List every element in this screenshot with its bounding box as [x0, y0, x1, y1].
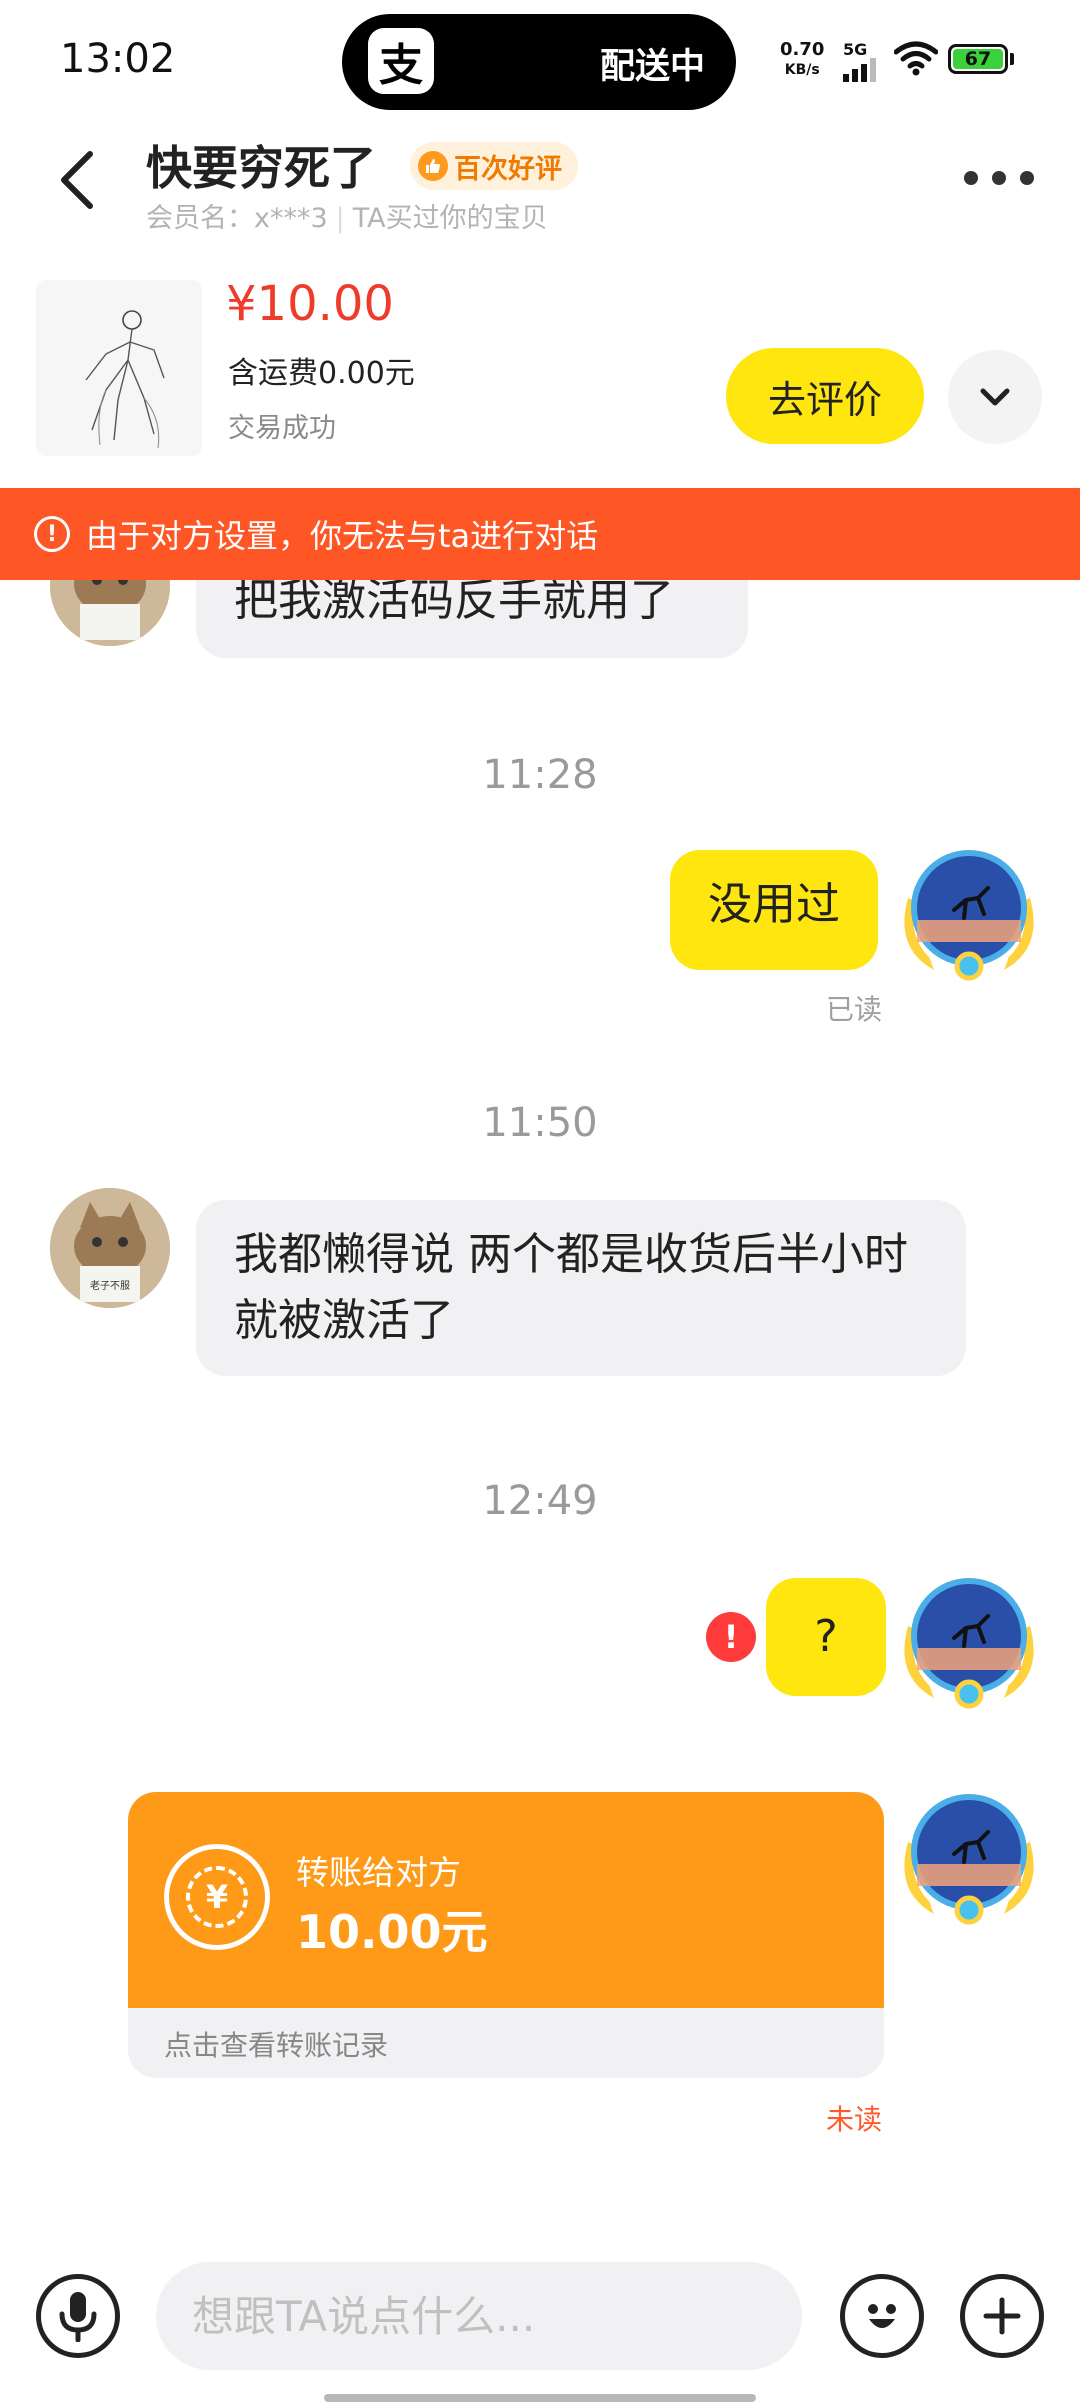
- member-note: TA买过你的宝贝: [352, 203, 548, 234]
- transfer-title: 转账给对方: [296, 1853, 461, 1892]
- network-type: 5G: [843, 40, 868, 59]
- member-info: 会员名：x***3 | TA买过你的宝贝: [146, 196, 548, 235]
- product-price: ¥10.00: [226, 276, 394, 332]
- warning-banner: ! 由于对方设置，你无法与ta进行对话: [0, 488, 1080, 580]
- order-status: 交易成功: [228, 413, 336, 444]
- battery-icon: 67: [948, 44, 1008, 74]
- transfer-record-link[interactable]: 点击查看转账记录: [164, 2024, 388, 2064]
- message-timestamp: 11:50: [482, 1100, 598, 1146]
- my-avatar[interactable]: [894, 1782, 1044, 1932]
- battery-level: 67: [953, 49, 1003, 69]
- message-bubble[interactable]: 我都懒得说 两个都是收货后半小时就被激活了: [196, 1200, 966, 1376]
- transfer-amount: 10.00元: [296, 1905, 488, 1959]
- chat-title: 快要穷死了: [146, 141, 376, 195]
- winged-avatar-icon: [904, 1794, 1034, 1925]
- add-button[interactable]: [960, 2274, 1044, 2358]
- expand-button[interactable]: [948, 350, 1042, 444]
- yen-symbol: ¥: [186, 1866, 248, 1928]
- praise-badge-label: 百次好评: [454, 153, 562, 185]
- cat-sign-text: 老子不服: [90, 1279, 130, 1292]
- separator: |: [335, 203, 345, 234]
- more-dot-icon: [964, 171, 978, 185]
- network-speed: 0.70 KB/s: [780, 40, 824, 80]
- unread-status: 未读: [826, 2103, 883, 2136]
- emoji-button[interactable]: [840, 2274, 924, 2358]
- winged-avatar-icon: [904, 1578, 1034, 1709]
- send-failed-icon[interactable]: !: [706, 1612, 756, 1662]
- my-avatar[interactable]: [894, 1566, 1044, 1716]
- home-indicator[interactable]: [324, 2394, 756, 2402]
- plus-icon: [983, 2297, 1021, 2335]
- thumbs-up-icon: [418, 151, 448, 181]
- praise-badge: 百次好评: [410, 142, 578, 190]
- sketch-figure-icon: [85, 310, 165, 449]
- chevron-down-icon: [980, 388, 1010, 406]
- signal-icon: [843, 58, 879, 82]
- member-name: 会员名：x***3: [146, 203, 328, 234]
- status-time: 13:02: [60, 36, 176, 82]
- transfer-card-top: ¥ 转账给对方 10.00元: [128, 1792, 884, 2008]
- chevron-left-icon: [61, 151, 93, 209]
- microphone-icon: [59, 2292, 97, 2342]
- review-button[interactable]: 去评价: [726, 348, 924, 444]
- message-input[interactable]: [156, 2262, 802, 2370]
- product-shipping: 含运费0.00元: [228, 356, 415, 391]
- warning-text: 由于对方设置，你无法与ta进行对话: [86, 517, 599, 555]
- wifi-icon: [893, 40, 939, 80]
- network-speed-value: 0.70: [780, 39, 825, 60]
- island-status-text: 配送中: [600, 47, 706, 87]
- message-bubble-me[interactable]: 没用过: [670, 850, 878, 970]
- back-button[interactable]: [50, 140, 110, 220]
- more-options-button[interactable]: [964, 160, 1040, 196]
- message-timestamp: 12:49: [482, 1478, 598, 1524]
- transfer-card[interactable]: ¥ 转账给对方 10.00元 点击查看转账记录: [128, 1792, 884, 2078]
- network-speed-unit: KB/s: [784, 62, 820, 78]
- battery-tip: [1010, 53, 1014, 65]
- message-bubble-me[interactable]: ?: [766, 1578, 886, 1696]
- read-status: 已读: [826, 993, 883, 1026]
- my-avatar[interactable]: [894, 838, 1044, 988]
- transfer-coin-icon: ¥: [164, 1844, 270, 1950]
- winged-avatar-icon: [904, 850, 1034, 981]
- avatar[interactable]: 老子不服: [50, 1188, 170, 1308]
- voice-button[interactable]: [36, 2274, 120, 2358]
- cat-avatar-icon: 老子不服: [50, 1188, 170, 1308]
- smiley-icon: [868, 2304, 896, 2328]
- message-timestamp: 11:28: [482, 752, 598, 798]
- alert-circle-icon: !: [34, 516, 70, 552]
- alipay-icon: 支: [368, 28, 434, 94]
- product-thumbnail[interactable]: [36, 280, 202, 456]
